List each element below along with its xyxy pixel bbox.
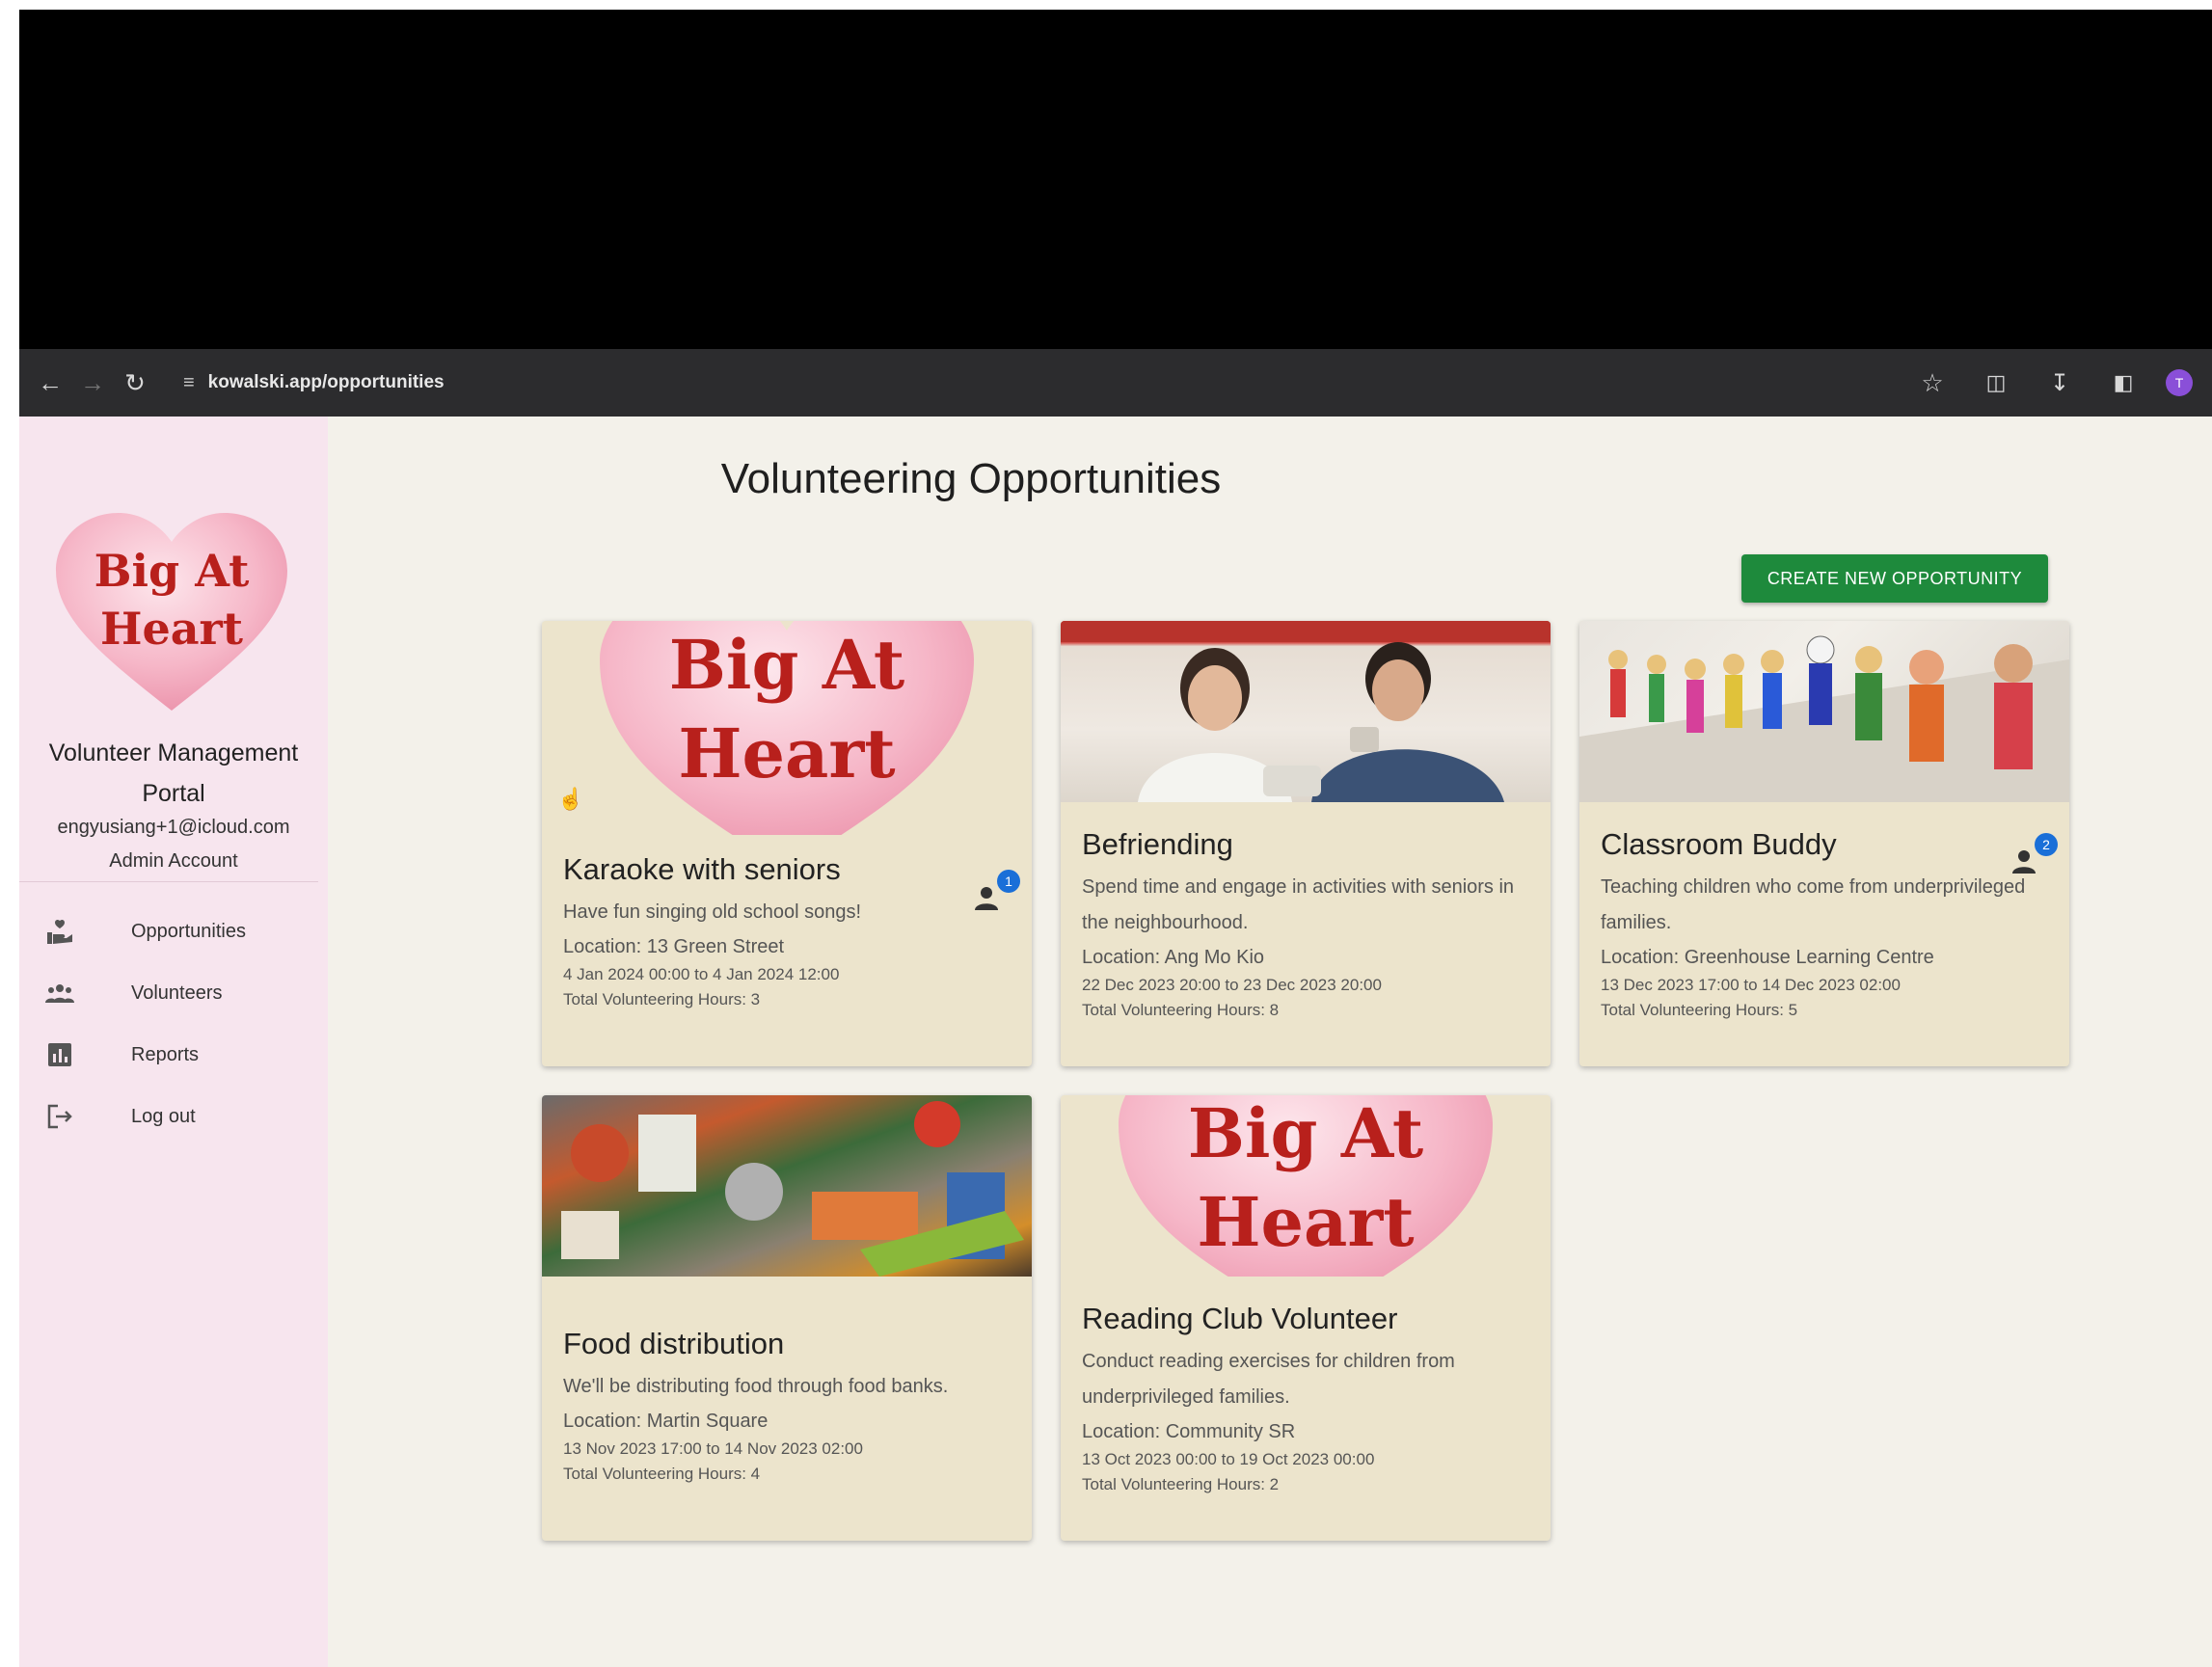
- portal-title: Volunteer Management Portal: [48, 739, 299, 807]
- card-title: Food distribution: [563, 1327, 785, 1360]
- profile-avatar[interactable]: T: [2166, 369, 2193, 396]
- card-photo-food: [542, 1095, 1032, 1277]
- sidebar-item-volunteers[interactable]: Volunteers: [19, 962, 328, 1024]
- volunteer-hand-icon: [40, 912, 79, 951]
- card-location: Location: Ang Mo Kio: [1082, 947, 1265, 968]
- badge-count: 2: [2035, 833, 2058, 856]
- sidebar-item-label: Log out: [131, 1105, 196, 1127]
- user-email: engyusiang+1@icloud.com: [57, 817, 290, 838]
- opportunity-card-classroom-buddy[interactable]: 2 Classroom Buddy Teaching children who …: [1579, 621, 2069, 1066]
- card-location: Location: Greenhouse Learning Centre: [1601, 947, 1934, 968]
- card-dates: 13 Dec 2023 17:00 to 14 Dec 2023 02:00: [1601, 976, 1901, 994]
- card-title: Classroom Buddy: [1601, 827, 1837, 861]
- card-dates: 13 Oct 2023 00:00 to 19 Oct 2023 00:00: [1082, 1450, 1375, 1468]
- card-logo-image: Big At Heart: [1061, 1095, 1551, 1277]
- logo-text-line2: Heart: [99, 603, 244, 655]
- card-description: Teaching children who come from underpri…: [1601, 876, 2026, 933]
- address-bar[interactable]: ≡ kowalski.app/opportunities: [170, 361, 458, 405]
- card-description: We'll be distributing food through food …: [563, 1376, 949, 1397]
- user-role: Admin Account: [109, 850, 238, 872]
- sidebar-divider: [19, 881, 318, 882]
- card-location: Location: Martin Square: [563, 1411, 769, 1432]
- card-body: Befriending Spend time and engage in act…: [1061, 827, 1551, 1020]
- card-body: Reading Club Volunteer Conduct reading e…: [1061, 1302, 1551, 1494]
- page-title: Volunteering Opportunities: [720, 455, 1222, 502]
- sidebar-item-reports[interactable]: Reports: [19, 1024, 328, 1086]
- card-body: 1 Karaoke with seniors Have fun singing …: [542, 852, 1032, 1009]
- card-title: Reading Club Volunteer: [1082, 1302, 1398, 1335]
- download-icon[interactable]: ↧: [2038, 362, 2081, 404]
- logout-icon: [40, 1097, 79, 1136]
- card-hours: Total Volunteering Hours: 2: [1082, 1475, 1280, 1493]
- card-location: Location: Community SR: [1082, 1421, 1296, 1442]
- sidebar-item-label: Reports: [131, 1043, 200, 1065]
- card-dates: 13 Nov 2023 17:00 to 14 Nov 2023 02:00: [563, 1439, 863, 1458]
- big-at-heart-logo: Big At Heart: [46, 513, 297, 715]
- card-body: 2 Classroom Buddy Teaching children who …: [1579, 827, 2069, 1020]
- card-logo-line2: Heart: [1197, 1182, 1415, 1262]
- report-chart-icon: [40, 1035, 79, 1074]
- card-logo-line1: Big At: [1187, 1095, 1424, 1173]
- card-hours: Total Volunteering Hours: 3: [563, 990, 761, 1008]
- bookmark-star-icon[interactable]: ☆: [1911, 362, 1954, 404]
- card-dates: 4 Jan 2024 00:00 to 4 Jan 2024 12:00: [563, 965, 840, 983]
- badge-count: 1: [997, 870, 1020, 893]
- card-logo-line1: Big At: [668, 625, 905, 705]
- opportunity-card-food-distribution[interactable]: Food distribution We'll be distributing …: [542, 1095, 1032, 1541]
- opportunity-card-befriending[interactable]: Befriending Spend time and engage in act…: [1061, 621, 1551, 1066]
- card-description: Conduct reading exercises for children f…: [1082, 1351, 1455, 1408]
- extensions-icon[interactable]: ◫: [1975, 362, 2017, 404]
- app: Big At Heart Volunteer Management Portal…: [19, 417, 2212, 1667]
- sidebar-item-logout[interactable]: Log out: [19, 1086, 328, 1147]
- url-text: kowalski.app/opportunities: [207, 372, 445, 392]
- side-panel-icon[interactable]: ◧: [2102, 362, 2145, 404]
- cursor-pointer-icon: ☝: [557, 787, 584, 811]
- opportunity-card-karaoke[interactable]: Big At Heart ☝ 1 Karaoke with seniors Ha…: [542, 621, 1032, 1066]
- sidebar-item-label: Opportunities: [131, 920, 246, 942]
- people-icon: [40, 974, 79, 1012]
- card-hours: Total Volunteering Hours: 5: [1601, 1001, 1798, 1019]
- reload-icon[interactable]: ↻: [114, 362, 156, 404]
- screen: ← → ↻ ≡ kowalski.app/opportunities ☆ ◫ ↧…: [19, 10, 2212, 1667]
- logo-text-line1: Big At: [94, 545, 250, 597]
- browser-toolbar: ← → ↻ ≡ kowalski.app/opportunities ☆ ◫ ↧…: [19, 349, 2212, 417]
- card-dates: 22 Dec 2023 20:00 to 23 Dec 2023 20:00: [1082, 976, 1382, 994]
- create-opportunity-button[interactable]: CREATE NEW OPPORTUNITY: [1741, 554, 2048, 603]
- card-body: Food distribution We'll be distributing …: [542, 1327, 1032, 1484]
- volunteer-count-badge[interactable]: 2: [2010, 833, 2058, 881]
- card-photo-paper-dolls: [1579, 621, 2069, 802]
- sidebar: Big At Heart Volunteer Management Portal…: [19, 417, 328, 1667]
- main-content: Volunteering Opportunities CREATE NEW OP…: [328, 417, 2212, 1667]
- sidebar-nav: Opportunities Volunteers Reports Log out: [19, 901, 328, 1147]
- forward-arrow-icon[interactable]: →: [71, 362, 114, 404]
- card-hours: Total Volunteering Hours: 8: [1082, 1001, 1280, 1019]
- card-logo-image: Big At Heart ☝: [542, 621, 1032, 835]
- opportunity-card-reading-club[interactable]: Big At Heart Reading Club Volunteer Cond…: [1061, 1095, 1551, 1541]
- card-photo-seniors: [1061, 621, 1551, 802]
- card-description: Spend time and engage in activities with…: [1082, 876, 1515, 933]
- site-settings-icon[interactable]: ≡: [183, 372, 195, 394]
- card-title: Karaoke with seniors: [563, 852, 841, 886]
- volunteer-count-badge[interactable]: 1: [972, 870, 1020, 918]
- sidebar-item-label: Volunteers: [131, 981, 223, 1004]
- sidebar-item-opportunities[interactable]: Opportunities: [19, 901, 328, 962]
- card-hours: Total Volunteering Hours: 4: [563, 1465, 761, 1483]
- card-title: Befriending: [1082, 827, 1233, 861]
- card-location: Location: 13 Green Street: [563, 936, 785, 957]
- card-description: Have fun singing old school songs!: [563, 901, 862, 923]
- back-arrow-icon[interactable]: ←: [29, 362, 71, 404]
- card-logo-line2: Heart: [678, 713, 896, 793]
